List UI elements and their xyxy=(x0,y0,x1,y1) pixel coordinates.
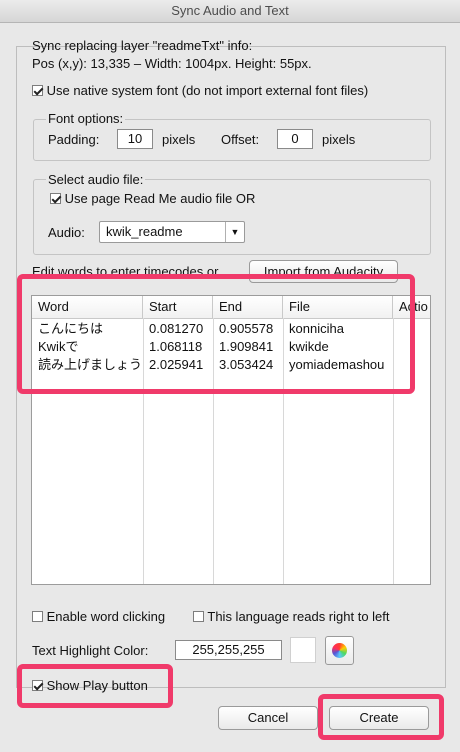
cell-start[interactable]: 2.025941 xyxy=(143,356,213,373)
word-clicking-row[interactable]: Enable word clicking xyxy=(32,609,165,624)
offset-unit: pixels xyxy=(322,132,356,147)
highlight-color-label: Text Highlight Color: xyxy=(32,643,149,658)
rtl-label: This language reads right to left xyxy=(207,609,390,624)
padding-unit: pixels xyxy=(162,132,196,147)
cell-end[interactable]: 0.905578 xyxy=(213,320,283,337)
audio-file-title: Select audio file: xyxy=(46,172,146,187)
native-font-label: Use native system font (do not import ex… xyxy=(46,83,369,98)
edit-prompt: Edit words to enter timecodes or xyxy=(32,264,219,279)
cell-word[interactable]: こんにちは xyxy=(32,320,143,337)
use-page-audio-label: Use page Read Me audio file OR xyxy=(64,191,256,206)
cell-end[interactable]: 3.053424 xyxy=(213,356,283,373)
cell-word[interactable]: Kwikで xyxy=(32,338,143,355)
audio-select-value: kwik_readme xyxy=(106,224,183,239)
window-title: Sync Audio and Text xyxy=(0,0,460,23)
highlight-color-input[interactable]: 255,255,255 xyxy=(175,640,282,660)
padding-label: Padding: xyxy=(48,132,100,147)
show-play-label: Show Play button xyxy=(46,678,148,693)
col-action-header[interactable]: Actio xyxy=(393,296,430,318)
col-start-header[interactable]: Start xyxy=(143,296,213,318)
use-page-audio-checkbox[interactable] xyxy=(50,193,61,205)
audio-label: Audio: xyxy=(48,225,85,240)
color-wheel-icon xyxy=(332,643,347,658)
use-page-audio-row[interactable]: Use page Read Me audio file OR xyxy=(50,191,255,206)
col-word-header[interactable]: Word xyxy=(32,296,143,318)
cell-word[interactable]: 読み上げましょう xyxy=(32,356,143,373)
color-picker-button[interactable] xyxy=(325,636,354,665)
column-divider xyxy=(393,318,394,584)
native-font-checkbox-row[interactable]: Use native system font (do not import ex… xyxy=(32,83,368,98)
word-clicking-label: Enable word clicking xyxy=(46,609,166,624)
col-end-header[interactable]: End xyxy=(213,296,283,318)
cell-file[interactable]: konniciha xyxy=(283,320,393,337)
info-heading: Sync replacing layer "readmeTxt" info: xyxy=(32,38,253,53)
cell-start[interactable]: 1.068118 xyxy=(143,338,213,355)
rtl-row[interactable]: This language reads right to left xyxy=(193,609,390,624)
font-options-title: Font options: xyxy=(46,111,126,126)
info-pos: Pos (x,y): 13,335 – Width: 1004px. Heigh… xyxy=(32,56,312,71)
audio-select[interactable]: kwik_readme ▼ xyxy=(99,221,245,243)
create-button[interactable]: Create xyxy=(329,706,429,730)
cell-file[interactable]: kwikde xyxy=(283,338,393,355)
offset-label: Offset: xyxy=(221,132,260,147)
col-file-header[interactable]: File xyxy=(283,296,393,318)
words-table[interactable]: Word Start End File Actio こんにちは 0.081270… xyxy=(31,295,431,585)
chevron-down-icon: ▼ xyxy=(225,222,244,242)
show-play-row[interactable]: Show Play button xyxy=(32,678,148,693)
cell-end[interactable]: 1.909841 xyxy=(213,338,283,355)
word-clicking-checkbox[interactable] xyxy=(32,611,43,623)
cancel-button[interactable]: Cancel xyxy=(218,706,318,730)
import-audacity-button[interactable]: Import from Audacity xyxy=(249,260,398,283)
show-play-checkbox[interactable] xyxy=(32,680,43,692)
table-header: Word Start End File Actio xyxy=(32,296,430,319)
padding-input[interactable]: 10 xyxy=(117,129,153,149)
cell-start[interactable]: 0.081270 xyxy=(143,320,213,337)
native-font-checkbox[interactable] xyxy=(32,85,43,97)
color-swatch[interactable] xyxy=(290,637,316,663)
cell-file[interactable]: yomiademashou xyxy=(283,356,393,373)
rtl-checkbox[interactable] xyxy=(193,611,204,623)
offset-input[interactable]: 0 xyxy=(277,129,313,149)
